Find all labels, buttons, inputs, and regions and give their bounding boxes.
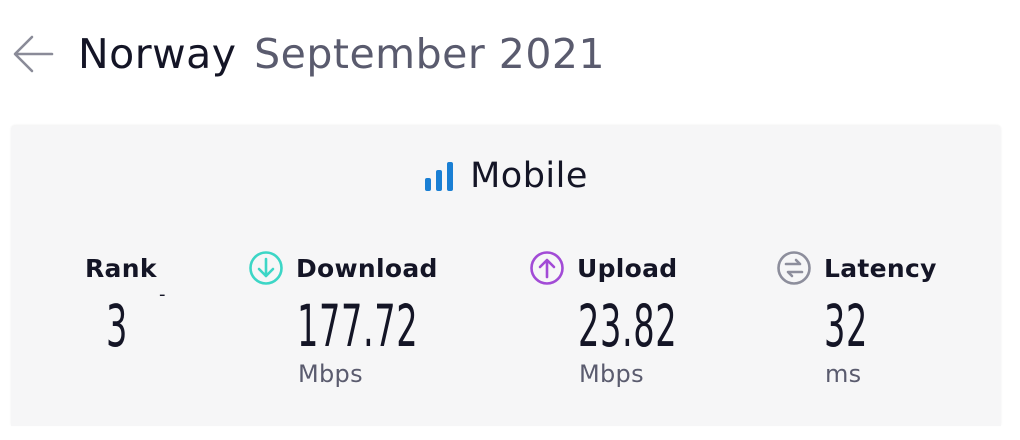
arrow-up-circle-icon bbox=[530, 251, 564, 285]
latency-value: 32 bbox=[824, 292, 868, 360]
back-arrow-icon[interactable] bbox=[12, 34, 56, 74]
upload-header: Upload bbox=[529, 249, 678, 287]
arrow-down-circle-icon bbox=[249, 251, 283, 285]
rank-value: 3 bbox=[106, 292, 128, 360]
report-period: September 2021 bbox=[254, 30, 606, 78]
latency-circle-icon bbox=[777, 251, 811, 285]
latency-label: Latency bbox=[824, 253, 937, 283]
download-value: 177.72 bbox=[297, 292, 419, 360]
latency-header: Latency bbox=[776, 249, 937, 287]
download-unit: Mbps bbox=[298, 360, 363, 388]
country-name: Norway bbox=[78, 30, 237, 78]
connection-type-label: Mobile bbox=[470, 156, 588, 196]
page-header: Norway September 2021 bbox=[0, 0, 1020, 110]
signal-bars-icon bbox=[425, 162, 454, 191]
download-header: Download bbox=[248, 249, 438, 287]
upload-unit: Mbps bbox=[579, 360, 644, 388]
latency-unit: ms bbox=[825, 360, 862, 388]
mobile-results-card: Mobile Rank 3 - Download 177.72 Mbps Upl… bbox=[11, 126, 1001, 426]
rank-change: - bbox=[159, 284, 166, 305]
upload-label: Upload bbox=[577, 253, 678, 283]
card-title: Mobile bbox=[11, 154, 1001, 198]
page-title: Norway September 2021 bbox=[78, 26, 605, 82]
download-label: Download bbox=[296, 253, 438, 283]
rank-label: Rank bbox=[85, 253, 157, 283]
upload-value: 23.82 bbox=[578, 292, 678, 360]
